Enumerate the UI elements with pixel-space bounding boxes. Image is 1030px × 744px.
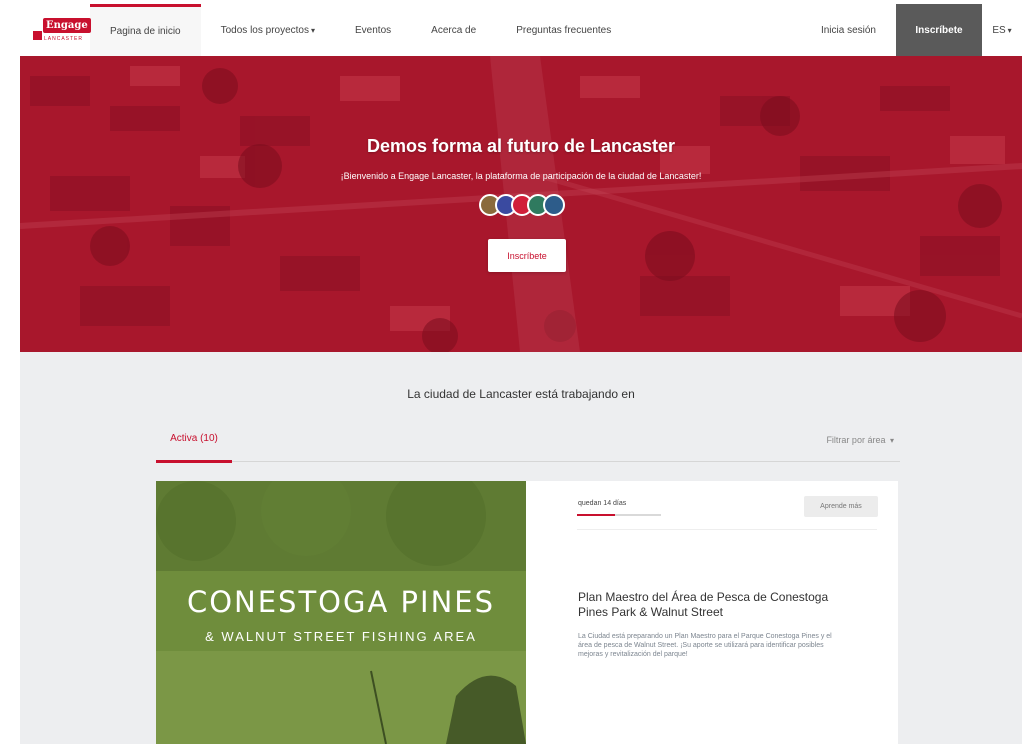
hero-signup-label: Inscríbete xyxy=(507,250,547,261)
nav-all-projects-label: Todos los proyectos xyxy=(220,24,309,36)
project-description: La Ciudad está preparando un Plan Maestr… xyxy=(578,633,832,658)
nav-home-label: Pagina de inicio xyxy=(110,26,181,37)
engage-lancaster-logo[interactable]: Engage LANCASTER xyxy=(20,4,91,56)
time-progress-bar xyxy=(577,514,661,516)
signup-button[interactable]: Inscríbete xyxy=(896,4,982,56)
chevron-down-icon: ▾ xyxy=(1007,25,1012,35)
project-tabs: Activa (10) Filtrar por área ▾ xyxy=(156,421,900,463)
nav-faq[interactable]: Preguntas frecuentes xyxy=(496,4,631,56)
hero-banner: Demos forma al futuro de Lancaster ¡Bien… xyxy=(20,56,1022,352)
project-image[interactable]: CONESTOGA PINES & WALNUT STREET FISHING … xyxy=(156,481,526,744)
section-heading: La ciudad de Lancaster está trabajando e… xyxy=(407,387,635,401)
hero-title: Demos forma al futuro de Lancaster xyxy=(366,136,676,156)
signup-label: Inscríbete xyxy=(915,24,963,36)
partner-avatars xyxy=(479,194,579,220)
tab-active-projects[interactable]: Activa (10) xyxy=(156,433,232,463)
learn-more-button[interactable]: Aprende más xyxy=(804,496,878,517)
chevron-down-icon: ▾ xyxy=(311,25,316,35)
top-navigation: Engage LANCASTER Pagina de inicio Todos … xyxy=(20,4,1022,57)
card-divider xyxy=(577,529,877,530)
tab-active-label: Activa (10) xyxy=(170,433,218,444)
project-image-title: CONESTOGA PINES xyxy=(186,585,496,619)
hero-subtitle: ¡Bienvenido a Engage Lancaster, la plata… xyxy=(340,171,702,181)
partner-avatar xyxy=(543,194,565,216)
browser-viewport: Engage LANCASTER Pagina de inicio Todos … xyxy=(20,4,1022,744)
progress-fill xyxy=(577,514,615,516)
filter-by-area-dropdown[interactable]: Filtrar por área ▾ xyxy=(826,435,894,445)
learn-more-label: Aprende más xyxy=(820,503,862,510)
filter-label: Filtrar por área xyxy=(826,435,886,445)
project-card[interactable]: CONESTOGA PINES & WALNUT STREET FISHING … xyxy=(156,481,898,744)
chevron-down-icon: ▾ xyxy=(889,436,894,445)
logo-mark-icon xyxy=(33,31,42,40)
nav-about[interactable]: Acerca de xyxy=(411,4,496,56)
nav-about-label: Acerca de xyxy=(431,24,477,36)
login-label: Inicia sesión xyxy=(820,24,876,36)
nav-faq-label: Preguntas frecuentes xyxy=(516,24,612,36)
nav-events-label: Eventos xyxy=(355,24,392,36)
project-title[interactable]: Plan Maestro del Área de Pesca de Conest… xyxy=(578,590,848,620)
logo-text: Engage xyxy=(43,18,91,33)
login-link[interactable]: Inicia sesión xyxy=(801,4,896,56)
project-image-subtitle: & WALNUT STREET FISHING AREA xyxy=(205,629,477,644)
nav-all-projects[interactable]: Todos los proyectos ▾ xyxy=(201,4,335,56)
hero-signup-button[interactable]: Inscríbete xyxy=(488,239,566,272)
page: Engage LANCASTER Pagina de inicio Todos … xyxy=(0,0,1030,744)
logo-box: Engage LANCASTER xyxy=(29,15,91,45)
language-label: ES xyxy=(992,24,1006,36)
days-remaining: quedan 14 días xyxy=(578,500,627,507)
nav-events[interactable]: Eventos xyxy=(335,4,411,56)
logo-subtext: LANCASTER xyxy=(44,36,84,42)
language-selector[interactable]: ES ▾ xyxy=(982,4,1022,56)
nav-home[interactable]: Pagina de inicio xyxy=(90,4,201,56)
